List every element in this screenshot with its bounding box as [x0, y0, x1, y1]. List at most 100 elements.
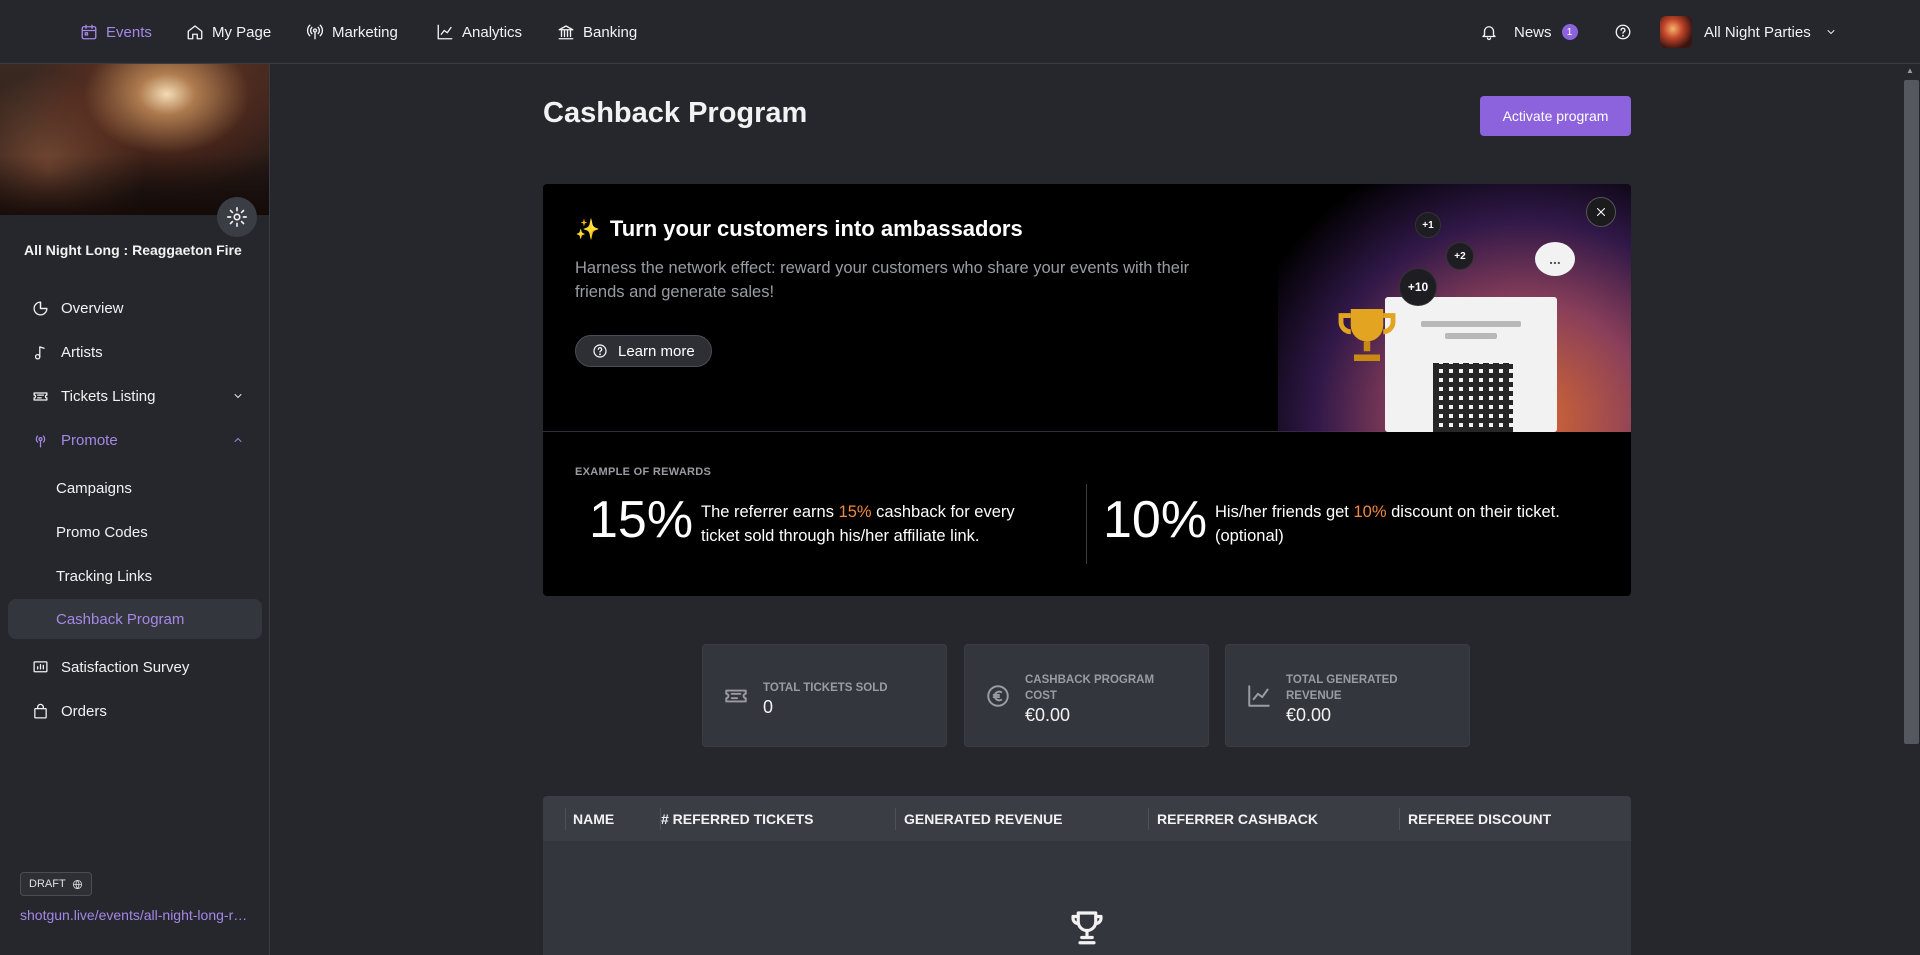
column-header-referee-discount[interactable]: REFEREE DISCOUNT — [1408, 796, 1551, 841]
nav-banking[interactable]: Banking — [557, 0, 637, 64]
ticket-icon — [33, 391, 48, 401]
ticket-illustration — [1385, 297, 1557, 432]
nav-news-label: News — [1514, 23, 1552, 41]
friends-reward-description: His/her friends get 10% discount on thei… — [1215, 503, 1560, 545]
shopping-bag-icon — [34, 703, 47, 719]
news-count-badge: 1 — [1561, 24, 1578, 40]
event-status-badge[interactable]: DRAFT — [20, 872, 92, 896]
close-banner-button[interactable] — [1586, 197, 1616, 227]
sidebar-item-label: Overview — [61, 299, 124, 317]
sidebar-item-satisfaction-survey[interactable]: Satisfaction Survey — [8, 647, 262, 687]
nav-banking-label: Banking — [583, 23, 638, 41]
chart-line-icon — [437, 24, 453, 40]
sidebar-item-promote[interactable]: Promote — [8, 420, 262, 460]
sparkles-icon: ✨ — [575, 218, 600, 241]
learn-more-button[interactable]: Learn more — [575, 335, 712, 367]
sidebar-item-cashback-program[interactable]: Cashback Program — [8, 599, 262, 639]
globe-icon — [72, 879, 82, 889]
column-header-generated-revenue[interactable]: GENERATED REVENUE — [904, 796, 1062, 841]
close-icon — [1596, 207, 1606, 217]
nav-analytics[interactable]: Analytics — [436, 0, 522, 64]
activate-program-button[interactable]: Activate program — [1480, 96, 1631, 136]
event-cover-image — [0, 64, 269, 215]
stat-value: €0.00 — [1286, 705, 1332, 725]
stat-value: 0 — [763, 697, 774, 717]
qr-code-icon — [1433, 363, 1513, 432]
home-icon — [187, 25, 203, 40]
column-header-name[interactable]: NAME — [573, 796, 614, 841]
sidebar-item-label: Tracking Links — [56, 567, 153, 585]
page-title: Cashback Program — [543, 97, 808, 129]
organization-switcher[interactable]: All Night Parties — [1660, 0, 1837, 64]
column-header-referrer-cashback[interactable]: REFERRER CASHBACK — [1157, 796, 1318, 841]
chart-line-icon — [1248, 685, 1270, 707]
nav-events[interactable]: Events — [80, 0, 152, 64]
euro-icon — [987, 685, 1009, 707]
nav-marketing[interactable]: Marketing — [306, 0, 398, 64]
friends-percentage: 10% — [1103, 491, 1208, 549]
nav-news[interactable]: News 1 — [1480, 0, 1578, 64]
stat-card-generated-revenue: TOTAL GENERATED REVENUE €0.00 — [1225, 644, 1470, 747]
reward-bubble: +2 — [1446, 242, 1474, 270]
event-settings-button[interactable] — [217, 197, 257, 237]
nav-marketing-label: Marketing — [332, 23, 398, 41]
sidebar-item-overview[interactable]: Overview — [8, 288, 262, 328]
gear-icon — [227, 207, 247, 227]
stat-value: €0.00 — [1025, 705, 1071, 725]
rewards-divider — [1086, 484, 1087, 564]
stat-label: TOTAL TICKETS SOLD — [763, 682, 888, 694]
chevron-down-icon — [234, 394, 242, 398]
pie-chart-icon — [33, 300, 48, 316]
sidebar-item-label: Orders — [61, 702, 107, 720]
banner-header: ✨ Turn your customers into ambassadors H… — [543, 184, 1631, 432]
top-navigation-bar: Events My Page Marketing Analytics Banki… — [0, 0, 1920, 64]
nav-events-label: Events — [106, 23, 152, 41]
broadcast-icon — [306, 24, 324, 40]
referrer-reward-description: The referrer earns 15% cashback for ever… — [701, 503, 1015, 545]
nav-my-page[interactable]: My Page — [186, 0, 271, 64]
ticket-icon — [725, 689, 747, 703]
bell-icon — [1482, 26, 1496, 41]
stat-label: TOTAL GENERATED REVENUE — [1286, 674, 1398, 702]
rewards-section-label: EXAMPLE OF REWARDS — [575, 466, 712, 478]
chat-bubble-icon: ... — [1535, 242, 1575, 276]
ambassadors-table-body — [543, 841, 1631, 955]
sidebar-item-orders[interactable]: Orders — [8, 691, 262, 731]
sidebar-item-label: Cashback Program — [56, 610, 185, 628]
organization-avatar — [1660, 16, 1692, 48]
calendar-icon — [81, 24, 97, 40]
banner-subtitle: Harness the network effect: reward your … — [575, 259, 1190, 301]
banner-title: ✨ Turn your customers into ambassadors — [575, 216, 1023, 242]
sidebar-item-tickets-listing[interactable]: Tickets Listing — [8, 376, 262, 416]
music-note-icon — [34, 345, 45, 360]
survey-chart-icon — [33, 660, 48, 672]
ambassador-illustration: +1 +2 +10 ... — [1278, 184, 1631, 432]
trophy-icon — [1066, 906, 1108, 948]
stat-card-total-tickets: TOTAL TICKETS SOLD 0 — [702, 644, 947, 747]
chevron-down-icon — [1827, 30, 1835, 34]
event-status-label: DRAFT — [29, 878, 66, 890]
bank-icon — [558, 25, 574, 40]
reward-bubble: +10 — [1399, 268, 1437, 306]
sidebar-item-campaigns[interactable]: Campaigns — [8, 468, 262, 508]
sidebar-item-label: Promo Codes — [56, 523, 148, 541]
ambassadors-table-header: NAME # REFERRED TICKETS GENERATED REVENU… — [543, 796, 1631, 841]
sidebar-item-promo-codes[interactable]: Promo Codes — [8, 512, 262, 552]
referrer-percentage: 15% — [589, 491, 694, 549]
sidebar: All Night Long : Reaggaeton Fire Overvie… — [0, 64, 270, 955]
scrollbar-thumb[interactable] — [1904, 80, 1919, 744]
sidebar-item-artists[interactable]: Artists — [8, 332, 262, 372]
event-public-link[interactable]: shotgun.live/events/all-night-long-reagg… — [20, 907, 255, 923]
sidebar-item-label: Campaigns — [56, 479, 132, 497]
column-header-referred-tickets[interactable]: # REFERRED TICKETS — [661, 796, 813, 841]
scroll-up-arrow[interactable]: ▲ — [1906, 66, 1914, 75]
nav-analytics-label: Analytics — [462, 23, 523, 41]
help-circle-icon — [593, 344, 607, 358]
sidebar-item-label: Artists — [61, 343, 103, 361]
sidebar-item-tracking-links[interactable]: Tracking Links — [8, 556, 262, 596]
banner-title-text: Turn your customers into ambassadors — [609, 216, 1023, 241]
sidebar-item-label: Tickets Listing — [61, 387, 156, 405]
cashback-intro-banner: ✨ Turn your customers into ambassadors H… — [543, 184, 1631, 596]
help-button[interactable] — [1614, 0, 1632, 64]
nav-my-page-label: My Page — [212, 23, 272, 41]
